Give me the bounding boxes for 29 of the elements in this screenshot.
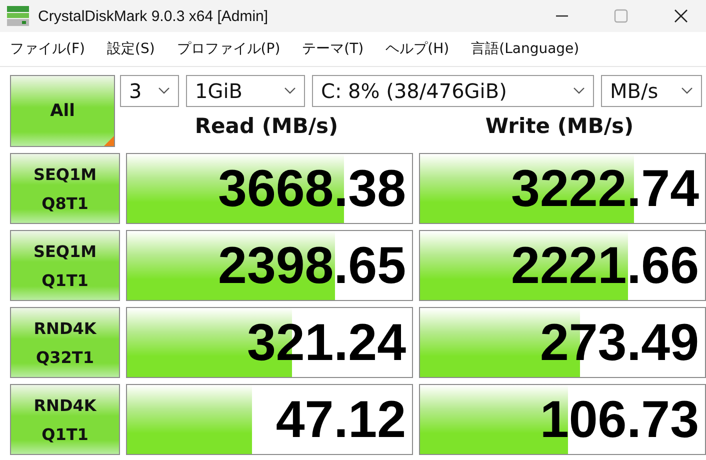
menu-item[interactable]: ファイル(F)	[10, 40, 85, 58]
window-title: CrystalDiskMark 9.0.3 x64 [Admin]	[38, 8, 270, 24]
all-button[interactable]: All	[10, 75, 115, 147]
column-header: Write (MB/s)	[484, 114, 635, 138]
dropdown[interactable]: C: 8% (38/476GiB)	[312, 75, 594, 107]
menu-item[interactable]: ヘルプ(H)	[386, 40, 450, 58]
result-value: 321.24	[246, 312, 407, 372]
caret-icon	[284, 87, 296, 95]
test-button[interactable]: RND4K Q1T1	[10, 384, 120, 455]
test-button[interactable]: SEQ1M Q8T1	[10, 153, 120, 224]
caret-icon	[573, 87, 585, 95]
test-button[interactable]: RND4K Q32T1	[10, 307, 120, 378]
menu-item[interactable]: 言語(Language)	[471, 40, 580, 58]
dropdown[interactable]: MB/s	[601, 75, 702, 107]
menu-item[interactable]: テーマ(T)	[302, 40, 364, 58]
dropdown[interactable]: 1GiB	[186, 75, 305, 107]
disk-drive-icon	[6, 5, 30, 27]
menu-item[interactable]: 設定(S)	[106, 40, 155, 58]
menu-item[interactable]: プロファイル(P)	[176, 40, 280, 58]
dropdown[interactable]: 3	[120, 75, 179, 107]
caret-icon	[158, 87, 170, 95]
corner-triangle-icon	[104, 136, 114, 146]
result-value: 273.49	[540, 312, 700, 372]
result-value: 106.73	[540, 390, 700, 450]
close-icon[interactable]	[674, 9, 688, 23]
result-value: 47.12	[276, 390, 407, 450]
test-button[interactable]: SEQ1M Q1T1	[10, 230, 120, 301]
caret-icon	[681, 87, 693, 95]
column-header: Read (MB/s)	[194, 114, 340, 138]
